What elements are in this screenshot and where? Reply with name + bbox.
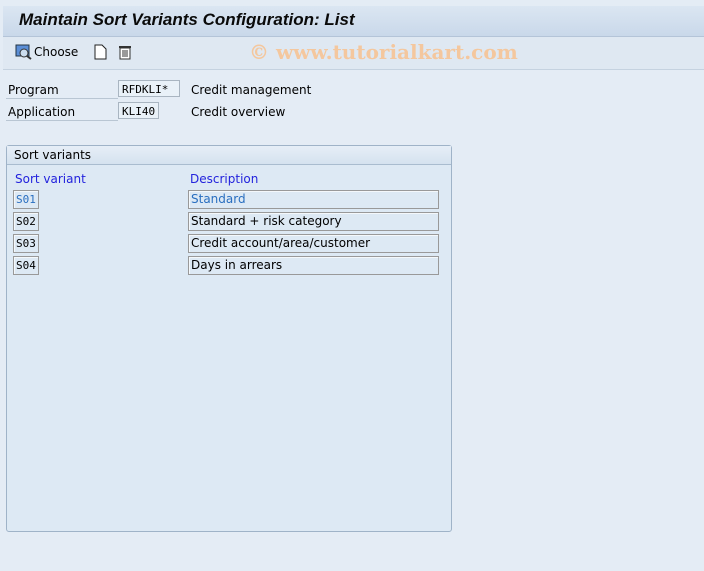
program-label: Program — [8, 83, 59, 97]
sort-variant-code[interactable]: S04 — [13, 256, 39, 275]
group-title: Sort variants — [7, 146, 451, 165]
application-label: Application — [8, 105, 76, 119]
sort-variant-code[interactable]: S02 — [13, 212, 39, 231]
sort-variant-description[interactable]: Standard + risk category — [188, 212, 439, 231]
sort-variants-group: Sort variants Sort variant Description S… — [6, 145, 452, 532]
application-description: Credit overview — [191, 105, 286, 119]
delete-trash-icon[interactable] — [118, 44, 132, 60]
watermark: © www.tutorialkart.com — [249, 40, 518, 64]
choose-icon — [15, 44, 32, 60]
program-field[interactable]: RFDKLI* — [118, 80, 180, 97]
program-description: Credit management — [191, 83, 312, 97]
sort-variant-description[interactable]: Standard — [188, 190, 439, 209]
divider — [6, 98, 118, 99]
column-header-sort-variant[interactable]: Sort variant — [15, 172, 86, 186]
new-document-icon[interactable] — [94, 44, 107, 60]
choose-label: Choose — [34, 45, 79, 59]
sort-variant-code[interactable]: S01 — [13, 190, 39, 209]
page-title: Maintain Sort Variants Configuration: Li… — [19, 10, 355, 29]
sort-variant-description[interactable]: Days in arrears — [188, 256, 439, 275]
sort-variant-description[interactable]: Credit account/area/customer — [188, 234, 439, 253]
sort-variant-code[interactable]: S03 — [13, 234, 39, 253]
divider — [6, 120, 118, 121]
title-bar: Maintain Sort Variants Configuration: Li… — [3, 6, 704, 37]
application-field[interactable]: KLI40 — [118, 102, 159, 119]
choose-button[interactable]: Choose — [15, 44, 78, 60]
toolbar: Choose © www.tutorialkart.com — [3, 37, 704, 70]
column-header-description[interactable]: Description — [190, 172, 258, 186]
